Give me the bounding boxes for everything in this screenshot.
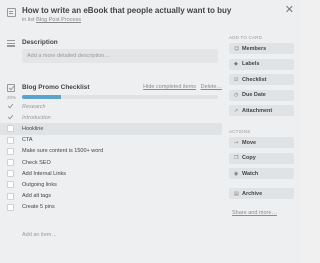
checklist-icon — [7, 84, 15, 92]
button-label: Archive — [242, 190, 263, 197]
button-label: Checklist — [242, 76, 267, 83]
checklist-item-label: Create 5 pins — [22, 204, 55, 211]
checkbox[interactable] — [7, 181, 14, 189]
card-icon — [7, 8, 16, 17]
checklist-item-label: Add Internal Links — [22, 170, 67, 177]
actions-heading: ACTIONS — [229, 129, 251, 134]
checklist-item-label: Introduction — [22, 114, 51, 121]
clock-icon: ◷ — [234, 92, 239, 98]
checklist-heading[interactable]: Blog Promo Checklist — [22, 84, 90, 91]
button-label: Attachment — [242, 107, 273, 114]
checkbox[interactable] — [7, 147, 14, 155]
checked-checkbox[interactable] — [7, 114, 14, 121]
checklist-item[interactable]: CTA — [0, 135, 222, 146]
button-label: Copy — [242, 155, 256, 161]
checklist-item-label: Outgoing links — [22, 181, 57, 188]
checklist-progress-fill — [22, 95, 62, 99]
sidebar-checklist-button[interactable]: ☑ Checklist — [229, 74, 294, 85]
sidebar-due-date-button[interactable]: ◷ Due Date — [229, 89, 294, 101]
checklist-item-label: Check SEO — [22, 159, 51, 166]
eye-icon: ◉ — [234, 170, 239, 177]
checkbox[interactable] — [7, 203, 14, 211]
card-detail-window: ✕ How to write an eBook that people actu… — [0, 0, 300, 263]
person-icon: ☺ — [234, 45, 240, 52]
add-item-link[interactable]: Add an item… — [22, 232, 57, 238]
tag-icon: ◆ — [234, 61, 238, 67]
delete-checklist-link[interactable]: Delete… — [201, 84, 222, 90]
checkbox[interactable] — [7, 159, 14, 167]
description-input[interactable]: Add a more detailed description… — [22, 49, 218, 63]
checkbox[interactable] — [7, 125, 14, 133]
action-archive-button[interactable]: ▤ Archive — [229, 188, 294, 199]
sidebar-attachment-button[interactable]: ↗ Attachment — [229, 105, 294, 116]
checklist-item[interactable]: Research — [0, 101, 222, 112]
checklist-item-label: Hookline — [22, 125, 44, 132]
checklist-percent: 20% — [7, 95, 17, 100]
share-and-more-link[interactable]: Share and more… — [232, 210, 277, 216]
checklist-item-label: Research — [22, 103, 46, 110]
action-copy-button[interactable]: ❐ Copy — [229, 152, 294, 164]
description-heading: Description — [22, 39, 58, 46]
button-label: Due Date — [242, 92, 266, 98]
paperclip-icon: ↗ — [234, 107, 239, 114]
close-icon[interactable]: ✕ — [285, 4, 294, 15]
checkbox[interactable] — [7, 170, 14, 178]
hide-completed-link[interactable]: Hide completed items — [143, 84, 196, 90]
checkbox[interactable] — [7, 192, 14, 200]
checklist-item[interactable]: Check SEO — [0, 157, 222, 168]
action-watch-button[interactable]: ◉ Watch — [229, 168, 294, 179]
checklist-item-label: CTA — [22, 137, 33, 144]
checklist-item[interactable]: Outgoing links — [0, 179, 222, 190]
description-icon — [7, 40, 15, 47]
button-label: Labels — [242, 61, 260, 67]
action-move-button[interactable]: → Move — [229, 137, 294, 148]
checklist-items: Research Introduction Hookline CTA Make sure… — [0, 101, 222, 213]
list-link[interactable]: Blog Post Process — [36, 17, 81, 23]
checkbox[interactable] — [7, 136, 14, 144]
checklist-item[interactable]: Make sure content is 1500+ word — [0, 146, 222, 157]
card-list-info: in list Blog Post Process — [22, 17, 81, 23]
checklist-item[interactable]: Add Internal Links — [0, 168, 222, 179]
button-label: Watch — [242, 170, 259, 177]
sidebar-members-button[interactable]: ☺ Members — [229, 43, 294, 54]
checklist-item[interactable]: Add alt tags — [0, 191, 222, 202]
checklist-actions: Hide completed items Delete… — [140, 84, 222, 90]
checked-checkbox[interactable] — [7, 103, 14, 110]
button-label: Move — [242, 139, 257, 146]
checklist-item-label: Make sure content is 1500+ word — [22, 148, 104, 155]
copy-icon: ❐ — [234, 155, 239, 161]
sidebar-labels-button[interactable]: ◆ Labels — [229, 58, 294, 70]
checklist-icon: ☑ — [234, 76, 239, 83]
list-prefix: in list — [22, 17, 37, 23]
arrow-right-icon: → — [234, 139, 239, 146]
checklist-progress-bar — [22, 95, 218, 99]
card-title[interactable]: How to write an eBook that people actual… — [22, 6, 231, 15]
checklist-item-label: Add alt tags — [22, 193, 52, 200]
checklist-item[interactable]: Hookline — [0, 123, 222, 135]
checklist-item[interactable]: Introduction — [0, 112, 222, 123]
checklist-item[interactable]: Create 5 pins — [0, 202, 222, 213]
add-to-card-heading: ADD TO CARD — [229, 35, 263, 40]
archive-icon: ▤ — [234, 190, 239, 197]
button-label: Members — [242, 45, 267, 52]
